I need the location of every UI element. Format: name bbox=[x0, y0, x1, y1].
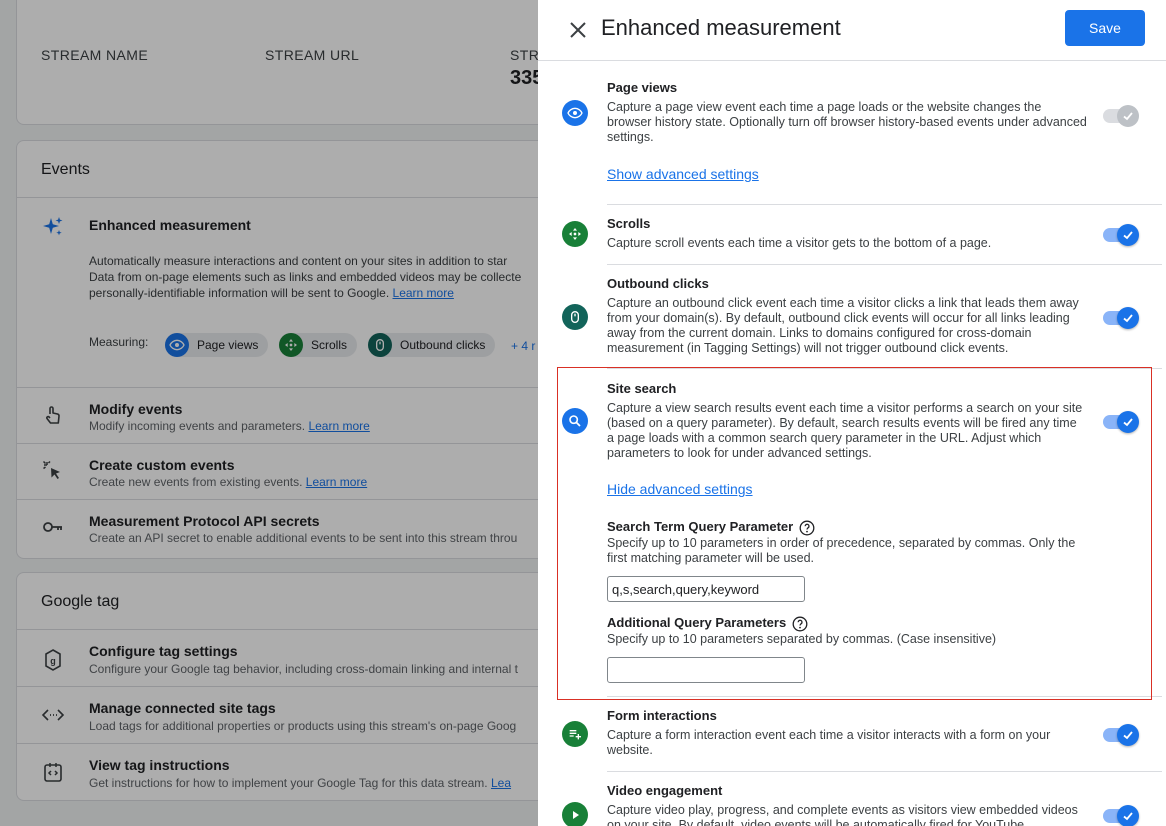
toggle-knob bbox=[1117, 307, 1139, 329]
additional-params-description: Specify up to 10 parameters separated by… bbox=[607, 632, 997, 646]
toggle-knob bbox=[1117, 105, 1139, 127]
help-icon[interactable] bbox=[792, 616, 808, 632]
divider bbox=[607, 696, 1162, 697]
site-search-title: Site search bbox=[607, 381, 677, 396]
scrolls-description: Capture scroll events each time a visito… bbox=[607, 236, 992, 250]
divider bbox=[607, 368, 1162, 369]
hide-advanced-settings-link[interactable]: Hide advanced settings bbox=[607, 481, 753, 497]
divider bbox=[607, 204, 1162, 205]
divider bbox=[607, 771, 1162, 772]
mouse-icon bbox=[562, 304, 588, 330]
scrim-overlay[interactable] bbox=[0, 0, 538, 826]
search-icon bbox=[562, 408, 588, 434]
outbound-clicks-toggle[interactable] bbox=[1103, 305, 1139, 329]
toggle-knob bbox=[1117, 224, 1139, 246]
show-advanced-settings-link[interactable]: Show advanced settings bbox=[607, 166, 759, 182]
close-icon bbox=[570, 22, 586, 38]
search-term-description: Specify up to 10 parameters in order of … bbox=[607, 536, 1076, 565]
panel-title: Enhanced measurement bbox=[601, 15, 841, 40]
panel-header: Enhanced measurement Save bbox=[538, 0, 1166, 61]
video-engagement-title: Video engagement bbox=[607, 783, 723, 798]
site-search-description: Capture a view search results event each… bbox=[607, 401, 1083, 460]
check-icon bbox=[1123, 418, 1133, 427]
scrolls-title: Scrolls bbox=[607, 216, 651, 231]
eye-icon bbox=[562, 100, 588, 126]
check-icon bbox=[1123, 812, 1133, 821]
outbound-clicks-description: Capture an outbound click event each tim… bbox=[607, 296, 1079, 355]
toggle-knob bbox=[1117, 411, 1139, 433]
form-interactions-description: Capture a form interaction event each ti… bbox=[607, 728, 1051, 757]
close-button[interactable] bbox=[564, 16, 592, 44]
field-label-text: Additional Query Parameters bbox=[607, 615, 787, 630]
page-views-description: Capture a page view event each time a pa… bbox=[607, 100, 1087, 144]
form-icon bbox=[562, 721, 588, 747]
form-interactions-toggle[interactable] bbox=[1103, 722, 1139, 746]
page-views-toggle[interactable] bbox=[1103, 103, 1139, 127]
divider bbox=[607, 264, 1162, 265]
play-icon bbox=[562, 802, 588, 826]
enhanced-measurement-panel: Enhanced measurement Save Page views Cap… bbox=[538, 0, 1166, 826]
help-icon[interactable] bbox=[799, 520, 815, 536]
additional-params-input[interactable] bbox=[607, 657, 805, 683]
site-search-toggle[interactable] bbox=[1103, 409, 1139, 433]
toggle-knob bbox=[1117, 724, 1139, 746]
check-icon bbox=[1123, 112, 1133, 121]
form-interactions-title: Form interactions bbox=[607, 708, 717, 723]
outbound-clicks-title: Outbound clicks bbox=[607, 276, 709, 291]
page-views-title: Page views bbox=[607, 80, 678, 95]
additional-params-label: Additional Query Parameters bbox=[607, 615, 808, 632]
search-term-input[interactable] bbox=[607, 576, 805, 602]
save-button[interactable]: Save bbox=[1065, 10, 1145, 46]
video-engagement-description: Capture video play, progress, and comple… bbox=[607, 803, 1078, 826]
check-icon bbox=[1123, 231, 1133, 240]
toggle-knob bbox=[1117, 805, 1139, 826]
scroll-icon bbox=[562, 221, 588, 247]
check-icon bbox=[1123, 314, 1133, 323]
field-label-text: Search Term Query Parameter bbox=[607, 519, 794, 534]
search-term-label: Search Term Query Parameter bbox=[607, 519, 815, 536]
video-engagement-toggle[interactable] bbox=[1103, 803, 1139, 826]
scrolls-toggle[interactable] bbox=[1103, 222, 1139, 246]
check-icon bbox=[1123, 731, 1133, 740]
